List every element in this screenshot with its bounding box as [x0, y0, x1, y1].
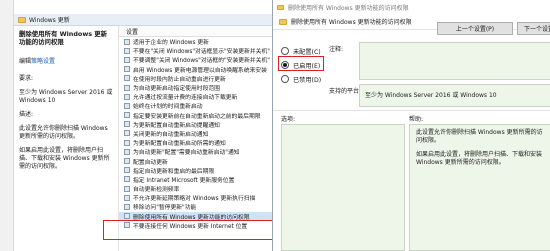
list-item[interactable]: 适用于企业的 Windows 更新	[119, 37, 276, 46]
list-item[interactable]: 移除访问"暂停更新"功能	[119, 202, 276, 211]
description-label: 描述:	[19, 111, 34, 118]
editor-header: Windows 更新	[14, 14, 272, 26]
policy-icon	[124, 93, 130, 100]
radio-disabled[interactable]: 已禁用(D)	[281, 72, 321, 86]
policy-icon	[279, 18, 287, 25]
settings-list: 设置 适用于企业的 Windows 更新 不要在"关闭 Windows"对话框显…	[118, 26, 276, 251]
next-setting-button[interactable]: 下一个设置	[517, 22, 550, 35]
description-pane: 删除使用所有 Windows 更新功能的访问权限 编辑策略设置 要求: 至少为 …	[14, 26, 118, 251]
radio-button[interactable]	[281, 47, 289, 55]
dialog-titlebar: 删除使用所有 Windows 更新功能的访问权限	[273, 0, 550, 14]
platform-text: 至少为 Windows Server 2016 或 Windows 10	[365, 92, 497, 99]
policy-icon	[124, 167, 130, 174]
policy-icon	[124, 148, 130, 155]
list-item[interactable]: 启用 Windows 更新电源管理以自动唤醒系统来安装	[119, 65, 276, 74]
list-item[interactable]: 为自动更新"配置"需要自动重新启动"通知	[119, 147, 276, 156]
policy-icon	[124, 66, 130, 73]
policy-icon	[124, 203, 130, 210]
options-panel	[281, 124, 405, 251]
left-sidebar	[0, 0, 14, 251]
description-text: 此设置允许你删除扫描 Windows 更新所需的访问权限。	[19, 125, 108, 140]
policy-icon	[124, 130, 130, 137]
editor-header-title: Windows 更新	[29, 17, 70, 24]
highlight-box-list	[103, 220, 275, 240]
previous-setting-button[interactable]: 上一个设置(P)	[437, 22, 513, 35]
list-item[interactable]: 关闭更新的自动重新启动通知	[119, 129, 276, 138]
edit-prefix: 编辑	[19, 58, 32, 65]
list-item[interactable]: 指定 Intranet Microsoft 更新服务位置	[119, 175, 276, 184]
policy-icon	[124, 139, 130, 146]
policy-icon	[124, 185, 130, 192]
dialog-subtitle: 删除使用所有 Windows 更新功能的访问权限	[291, 19, 412, 26]
list-item[interactable]: 指定要安装更新前在自动重新启动之前的最后期限	[119, 111, 276, 120]
list-item[interactable]: 自动更新检测频率	[119, 184, 276, 193]
list-item[interactable]: 配置自动更新	[119, 156, 276, 166]
highlight-box-enabled	[278, 56, 324, 71]
platform-field: 至少为 Windows Server 2016 或 Windows 10	[359, 84, 550, 107]
list-item[interactable]: 始终在计划的时间重新启动	[119, 101, 276, 110]
list-item[interactable]: 不允许更新延期策略对 Windows 更新执行扫描	[119, 193, 276, 202]
comment-textarea[interactable]	[359, 42, 550, 80]
dialog-window-title: 删除使用所有 Windows 更新功能的访问权限	[288, 4, 409, 12]
policy-icon	[124, 213, 130, 220]
settings-column-header[interactable]: 设置	[119, 26, 276, 37]
options-label: 选项:	[281, 116, 296, 123]
divider	[273, 110, 550, 111]
help-text-2: 如果启用此设置，将删除用户扫描、下载和安装 Windows 更新所需的访问权限。	[416, 151, 543, 166]
requirements-label: 要求:	[19, 75, 34, 82]
list-item[interactable]: 不要在"关闭 Windows"对话框显示"安装更新并关机"	[119, 46, 276, 55]
platform-label: 支持的平台:	[329, 88, 362, 95]
policy-dialog: 删除使用所有 Windows 更新功能的访问权限 删除使用所有 Windows …	[272, 0, 550, 251]
policy-icon	[277, 4, 284, 10]
policy-icon	[124, 102, 130, 109]
help-text-1: 此设置允许你删除扫描 Windows 更新所需的访问权限。	[416, 129, 543, 144]
policy-icon	[124, 121, 130, 128]
policy-icon	[124, 176, 130, 183]
edit-policy-line: 编辑策略设置	[19, 56, 113, 65]
description-text-2: 如果启用此设置，将删除用户扫描、下载和安装 Windows 更新所需的访问权限。	[19, 147, 110, 170]
list-item[interactable]: 不要调整"关闭 Windows"对话框的"安装更新并关机"	[119, 55, 276, 64]
folder-icon	[18, 16, 26, 23]
list-item[interactable]: 为更新配置自动重新启动所需的通知	[119, 138, 276, 147]
policy-icon	[124, 194, 130, 201]
policy-title: 删除使用所有 Windows 更新功能的访问权限	[19, 30, 108, 46]
requirements-text: 至少为 Windows Server 2016 或 Windows 10	[19, 89, 113, 104]
policy-icon	[124, 56, 130, 63]
comment-label: 注释:	[329, 46, 344, 53]
policy-icon	[124, 112, 130, 119]
list-item[interactable]: 为更新配置自动重新启动提醒通知	[119, 120, 276, 129]
radio-button[interactable]	[281, 75, 289, 83]
policy-icon	[124, 38, 130, 45]
help-panel[interactable]: 此设置允许你删除扫描 Windows 更新所需的访问权限。 如果启用此设置，将删…	[409, 124, 550, 251]
policy-icon	[124, 158, 130, 165]
list-item[interactable]: 在使用时段内防止自动重启进行更新	[119, 74, 276, 83]
edit-policy-link[interactable]: 策略设置	[31, 58, 55, 65]
policy-icon	[124, 84, 130, 91]
list-item[interactable]: 指定自动更新和重启的最后期限	[119, 166, 276, 175]
list-item[interactable]: 为自动更新启动指定使用时段范围	[119, 83, 276, 92]
help-label: 帮助:	[409, 116, 424, 123]
policy-icon	[124, 47, 130, 54]
policy-icon	[124, 75, 130, 82]
list-item[interactable]: 允许通过按流量计费的连接自动下载更新	[119, 92, 276, 101]
